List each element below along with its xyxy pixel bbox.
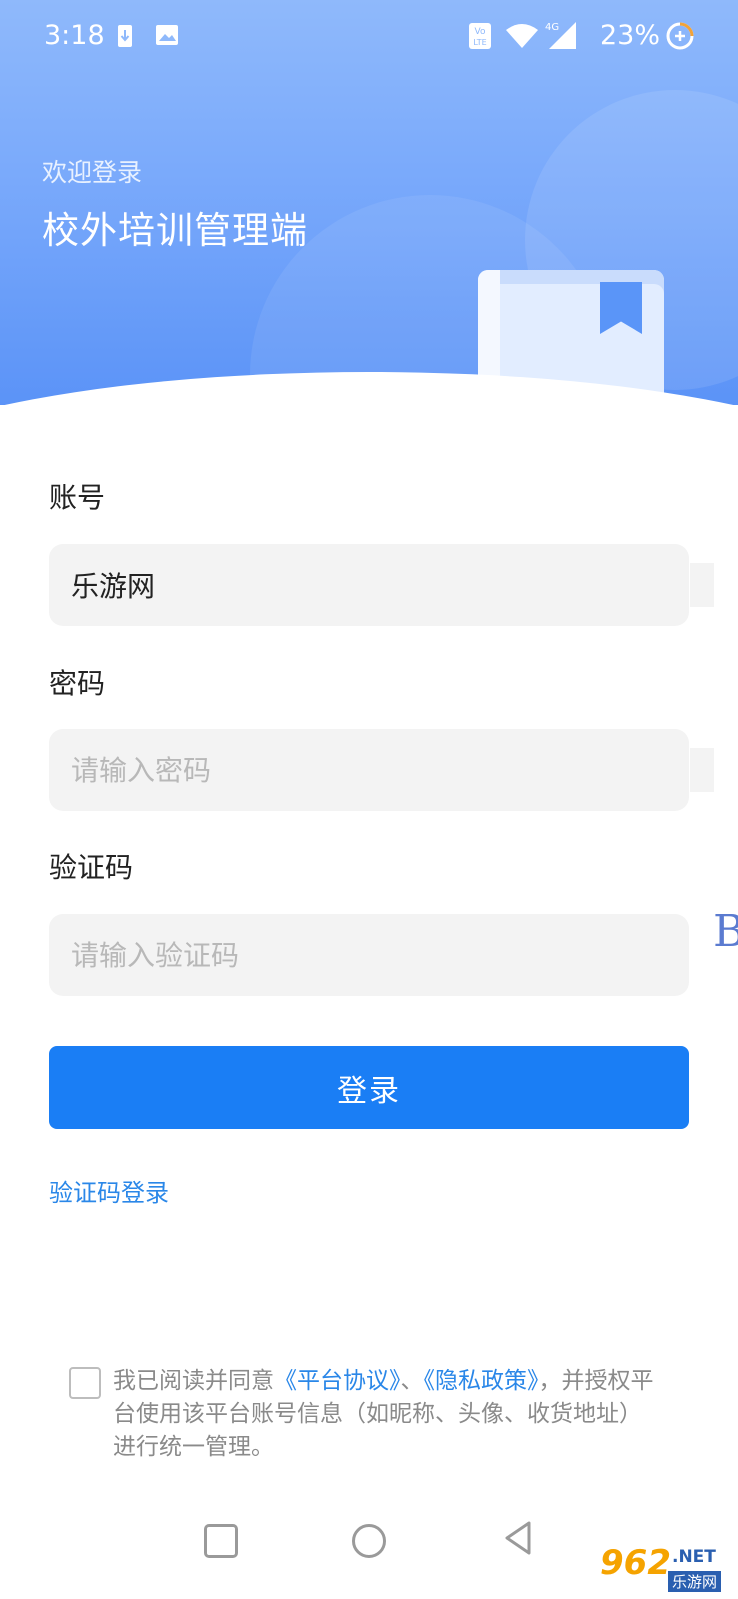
account-label: 账号: [49, 481, 106, 514]
password-input[interactable]: [49, 729, 651, 811]
4g-signal-icon: 4G: [545, 22, 576, 49]
download-notification-icon: [118, 25, 132, 47]
watermark-net: .NET: [672, 1547, 716, 1567]
agreement-separator: 、: [400, 1368, 424, 1394]
account-field[interactable]: [49, 544, 689, 626]
field-edge: [690, 563, 714, 607]
login-screen: 欢迎登录 校外培训管理端 3:18 Vo LTE 4G 23% 账号 乐游网 密…: [0, 0, 738, 1599]
captcha-field[interactable]: [49, 914, 689, 996]
battery-saver-icon: [666, 22, 694, 50]
watermark-site: 乐游网: [668, 1571, 722, 1592]
account-input[interactable]: [49, 544, 651, 626]
login-button[interactable]: 登录: [49, 1046, 689, 1129]
home-button[interactable]: [352, 1524, 386, 1558]
captcha-input[interactable]: [49, 914, 651, 996]
agreement-prefix: 我已阅读并同意: [113, 1368, 274, 1394]
wifi-icon: [506, 24, 538, 48]
site-watermark: 962 .NET 乐游网: [600, 1543, 738, 1599]
captcha-image[interactable]: B: [713, 906, 738, 957]
status-bar: 3:18 Vo LTE 4G 23%: [0, 0, 738, 76]
sms-login-link[interactable]: 验证码登录: [49, 1173, 169, 1208]
welcome-text: 欢迎登录: [42, 158, 143, 187]
bookmark-icon: [600, 282, 642, 334]
watermark-number: 962: [600, 1543, 671, 1583]
image-notification-icon: [156, 25, 178, 45]
status-time: 3:18: [44, 20, 105, 51]
field-edge: [690, 748, 714, 792]
app-title: 校外培训管理端: [42, 209, 308, 252]
recent-apps-button[interactable]: [204, 1524, 238, 1558]
volte-icon: Vo LTE: [469, 23, 491, 49]
agree-checkbox[interactable]: [69, 1367, 101, 1399]
svg-text:LTE: LTE: [473, 38, 486, 47]
password-field[interactable]: [49, 729, 689, 811]
agreement-text: 我已阅读并同意《平台协议》、《隐私政策》，并授权平台使用该平台账号信息（如昵称、…: [113, 1365, 658, 1464]
captcha-label: 验证码: [49, 851, 134, 884]
svg-text:4G: 4G: [545, 22, 559, 33]
battery-percent: 23%: [600, 20, 661, 51]
password-label: 密码: [49, 667, 106, 700]
svg-text:Vo: Vo: [475, 27, 486, 37]
platform-agreement-link[interactable]: 《平台协议》: [274, 1368, 401, 1394]
privacy-policy-link[interactable]: 《隐私政策》: [424, 1368, 539, 1394]
back-button[interactable]: [503, 1520, 533, 1556]
